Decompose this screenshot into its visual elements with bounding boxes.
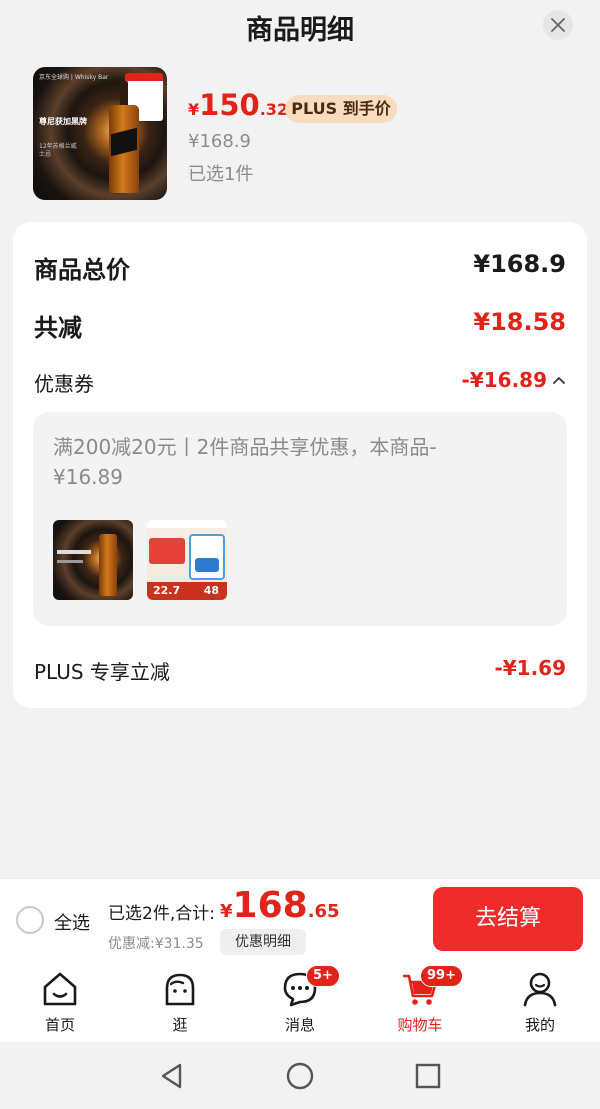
coupon-description: 满200减20元丨2件商品共享优惠，本商品-¥16.89 (53, 435, 437, 489)
price-detail-card: 商品总价 ¥168.9 共减 ¥18.58 优惠券 -¥16.89 满200减2… (13, 222, 587, 708)
coupon-product-thumb-whisky[interactable] (53, 520, 133, 600)
coupon-value[interactable]: -¥16.89 (462, 368, 547, 392)
select-all-label[interactable]: 全选 (54, 909, 90, 935)
plus-price-tag: PLUS 到手价 (285, 95, 397, 123)
message-badge: 5+ (306, 965, 340, 987)
coupon-product-thumb-milk-powder[interactable]: 48 22.7 (147, 520, 227, 600)
back-icon[interactable] (158, 1062, 186, 1090)
chevron-up-icon[interactable] (551, 372, 567, 388)
tab-home[interactable]: 首页 (0, 962, 120, 1042)
home-icon (43, 972, 77, 1006)
total-reduce-label: 共减 (34, 314, 82, 342)
tab-cart[interactable]: 99+ 购物车 (360, 962, 480, 1042)
header: 商品明细 (0, 0, 600, 50)
tab-profile[interactable]: 我的 (480, 962, 600, 1042)
select-all-radio[interactable] (16, 906, 44, 934)
bottle-graphic (109, 81, 139, 193)
checkout-bar: 全选 已选2件,合计: ¥168.65 优惠减:¥31.35 优惠明细 去结算 (0, 878, 600, 962)
tab-browse[interactable]: 逛 (120, 962, 240, 1042)
product-image: 京东全球购 | Whisky Bar 尊尼获加黑牌 12年苏格兰威士忌 (33, 67, 167, 200)
checkout-button[interactable]: 去结算 (433, 887, 583, 951)
sum-amount: ¥168.65 (220, 885, 340, 926)
plus-discount-label: PLUS 专享立减 (34, 660, 170, 684)
discount-detail-button[interactable]: 优惠明细 (220, 929, 306, 955)
system-nav-bar (0, 1042, 600, 1109)
cart-badge: 99+ (420, 965, 463, 987)
discount-text: 优惠减:¥31.35 (108, 936, 204, 952)
page-title: 商品明细 (246, 15, 354, 46)
product-image-brand: 京东全球购 | Whisky Bar (39, 74, 109, 81)
recents-icon[interactable] (414, 1062, 442, 1090)
tab-messages[interactable]: 5+ 消息 (240, 962, 360, 1042)
thumb-price-right: 48 (203, 584, 219, 597)
plus-discount-value: -¥1.69 (494, 656, 566, 680)
close-button[interactable] (543, 10, 573, 40)
bottom-tab-bar: 首页 逛 5+ 消息 99+ 购物车 我的 (0, 962, 600, 1042)
total-price-value: ¥168.9 (473, 250, 566, 278)
total-price-label: 商品总价 (34, 256, 130, 284)
close-icon (551, 18, 565, 32)
coupon-detail-box: 满200减20元丨2件商品共享优惠，本商品-¥16.89 48 22.7 (33, 412, 567, 626)
sum-prefix: 已选2件,合计: (108, 904, 215, 924)
thumb-price-left: 22.7 (153, 584, 181, 597)
selected-count: 已选1件 (188, 164, 254, 185)
original-price: ¥168.9 (188, 131, 251, 152)
product-image-subtext: 12年苏格兰威士忌 (39, 143, 77, 158)
profile-icon (523, 972, 557, 1007)
browse-icon (165, 973, 195, 1006)
product-price: ¥150.32 (188, 88, 289, 122)
total-reduce-value: ¥18.58 (473, 308, 566, 336)
product-image-name: 尊尼获加黑牌 (39, 117, 87, 126)
coupon-label[interactable]: 优惠券 (34, 368, 94, 397)
home-circle-icon[interactable] (286, 1062, 314, 1090)
